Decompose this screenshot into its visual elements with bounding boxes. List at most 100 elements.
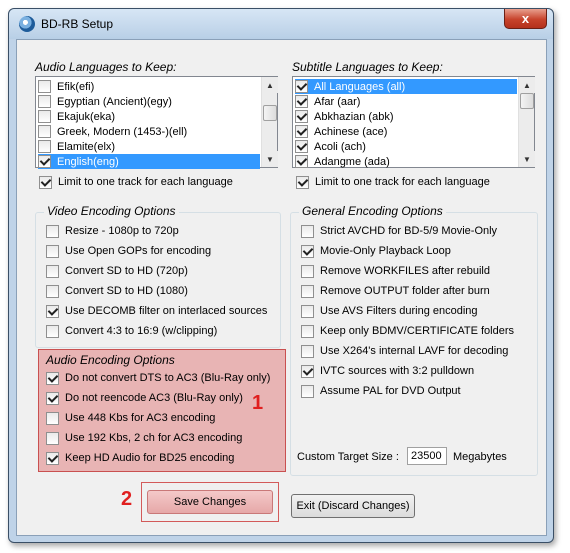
option-checkbox[interactable] (301, 324, 314, 338)
list-item[interactable]: Adangme (ada) (295, 154, 517, 169)
option-row[interactable]: Movie-Only Playback Loop (301, 243, 451, 259)
list-item[interactable]: Acoli (ach) (295, 139, 517, 154)
option-checkbox[interactable] (301, 344, 314, 358)
option-label: IVTC sources with 3:2 pulldown (320, 365, 475, 377)
list-item[interactable]: Ekajuk(eka) (38, 109, 260, 124)
option-label: Convert 4:3 to 16:9 (w/clipping) (65, 325, 218, 337)
list-item[interactable]: Elamite(elx) (38, 139, 260, 154)
list-item-label: Adangme (ada) (314, 155, 390, 168)
list-item[interactable]: English(eng) (38, 154, 260, 169)
list-item-checkbox[interactable] (295, 140, 308, 153)
scroll-up-icon[interactable]: ▲ (519, 77, 535, 93)
option-row[interactable]: Keep HD Audio for BD25 encoding (46, 450, 234, 466)
option-checkbox[interactable] (46, 304, 59, 318)
general-encoding-group: General Encoding Options Strict AVCHD fo… (290, 204, 538, 476)
scroll-down-icon[interactable]: ▼ (262, 151, 278, 167)
option-checkbox[interactable] (46, 284, 59, 298)
list-item[interactable]: Afar (aar) (295, 94, 517, 109)
option-row[interactable]: Remove WORKFILES after rebuild (301, 263, 490, 279)
scroll-thumb[interactable] (263, 105, 277, 121)
list-item[interactable]: Greek, Modern (1453-)(ell) (38, 124, 260, 139)
option-label: Use X264's internal LAVF for decoding (320, 345, 509, 357)
subtitle-list-scrollbar[interactable]: ▲ ▼ (518, 77, 535, 167)
option-checkbox[interactable] (301, 244, 314, 258)
option-row[interactable]: Resize - 1080p to 720p (46, 223, 179, 239)
option-row[interactable]: Use 448 Kbs for AC3 encoding (46, 410, 215, 426)
list-item-checkbox[interactable] (295, 80, 308, 93)
audio-encoding-highlight: Audio Encoding Options Do not convert DT… (38, 349, 286, 472)
list-item-checkbox[interactable] (38, 155, 51, 168)
scroll-up-icon[interactable]: ▲ (262, 77, 278, 93)
option-row[interactable]: Convert SD to HD (1080) (46, 283, 188, 299)
list-item-label: Afar (aar) (314, 95, 361, 108)
custom-target-size-input[interactable]: 23500 (407, 447, 447, 465)
option-row[interactable]: Convert 4:3 to 16:9 (w/clipping) (46, 323, 217, 339)
custom-target-label: Custom Target Size : (297, 451, 399, 463)
option-row[interactable]: Do not reencode AC3 (Blu-Ray only) (46, 390, 243, 406)
audio-limit-row[interactable]: Limit to one track for each language (39, 174, 233, 190)
subtitle-languages-list[interactable]: All Languages (all) Afar (aar) Abkhazian (… (292, 76, 535, 168)
option-checkbox[interactable] (46, 451, 59, 465)
option-row[interactable]: Use Open GOPs for encoding (46, 243, 211, 259)
audio-languages-list[interactable]: Efik(efi) Egyptian (Ancient)(egy) Ekajuk(e… (35, 76, 278, 169)
option-checkbox[interactable] (301, 284, 314, 298)
list-item-checkbox[interactable] (295, 125, 308, 138)
save-changes-button[interactable]: Save Changes (147, 490, 273, 514)
option-checkbox[interactable] (46, 264, 59, 278)
audio-list-scrollbar[interactable]: ▲ ▼ (261, 77, 278, 167)
subtitle-languages-label: Subtitle Languages to Keep: (292, 60, 443, 74)
option-row[interactable]: Convert SD to HD (720p) (46, 263, 188, 279)
list-item[interactable]: Achinese (ace) (295, 124, 517, 139)
option-checkbox[interactable] (46, 431, 59, 445)
option-checkbox[interactable] (301, 364, 314, 378)
option-row[interactable]: Strict AVCHD for BD-5/9 Movie-Only (301, 223, 497, 239)
option-checkbox[interactable] (46, 411, 59, 425)
option-row[interactable]: Use DECOMB filter on interlaced sources (46, 303, 267, 319)
list-item[interactable]: Egyptian (Ancient)(egy) (38, 94, 260, 109)
option-label: Convert SD to HD (720p) (65, 265, 188, 277)
list-item[interactable]: All Languages (all) (295, 79, 517, 94)
list-item-checkbox[interactable] (38, 140, 51, 153)
option-label: Keep only BDMV/CERTIFICATE folders (320, 325, 514, 337)
list-item-checkbox[interactable] (38, 110, 51, 123)
annotation-number-1: 1 (252, 392, 264, 414)
exit-discard-button[interactable]: Exit (Discard Changes) (291, 494, 415, 518)
list-item-checkbox[interactable] (295, 110, 308, 123)
option-row[interactable]: Do not convert DTS to AC3 (Blu-Ray only) (46, 370, 270, 386)
option-checkbox[interactable] (301, 224, 314, 238)
option-checkbox[interactable] (301, 264, 314, 278)
list-item-checkbox[interactable] (38, 125, 51, 138)
option-label: Assume PAL for DVD Output (320, 385, 461, 397)
subtitle-limit-row[interactable]: Limit to one track for each language (296, 174, 490, 190)
option-row[interactable]: Remove OUTPUT folder after burn (301, 283, 490, 299)
subtitle-limit-checkbox[interactable] (296, 175, 309, 189)
option-row[interactable]: Assume PAL for DVD Output (301, 383, 461, 399)
option-label: Do not reencode AC3 (Blu-Ray only) (65, 392, 243, 404)
option-checkbox[interactable] (46, 244, 59, 258)
option-checkbox[interactable] (301, 304, 314, 318)
option-row[interactable]: Use X264's internal LAVF for decoding (301, 343, 508, 359)
title-bar[interactable]: BD-RB Setup x (9, 9, 553, 39)
list-item-checkbox[interactable] (295, 155, 308, 168)
list-item-checkbox[interactable] (295, 95, 308, 108)
option-checkbox[interactable] (46, 224, 59, 238)
scroll-thumb[interactable] (520, 93, 534, 109)
scroll-down-icon[interactable]: ▼ (519, 151, 535, 167)
option-row[interactable]: Keep only BDMV/CERTIFICATE folders (301, 323, 514, 339)
list-item[interactable]: Efik(efi) (38, 79, 260, 94)
list-item-checkbox[interactable] (38, 95, 51, 108)
option-row[interactable]: Use AVS Filters during encoding (301, 303, 478, 319)
close-button[interactable]: x (504, 9, 547, 29)
audio-limit-checkbox[interactable] (39, 175, 52, 189)
list-item-checkbox[interactable] (38, 80, 51, 93)
option-checkbox[interactable] (46, 371, 59, 385)
option-label: Strict AVCHD for BD-5/9 Movie-Only (320, 225, 498, 237)
option-checkbox[interactable] (46, 324, 59, 338)
option-checkbox[interactable] (301, 384, 314, 398)
option-checkbox[interactable] (46, 391, 59, 405)
subtitle-limit-label: Limit to one track for each language (315, 176, 490, 188)
option-row[interactable]: IVTC sources with 3:2 pulldown (301, 363, 474, 379)
list-item-label: Ekajuk(eka) (57, 110, 116, 123)
list-item[interactable]: Abkhazian (abk) (295, 109, 517, 124)
option-row[interactable]: Use 192 Kbs, 2 ch for AC3 encoding (46, 430, 242, 446)
